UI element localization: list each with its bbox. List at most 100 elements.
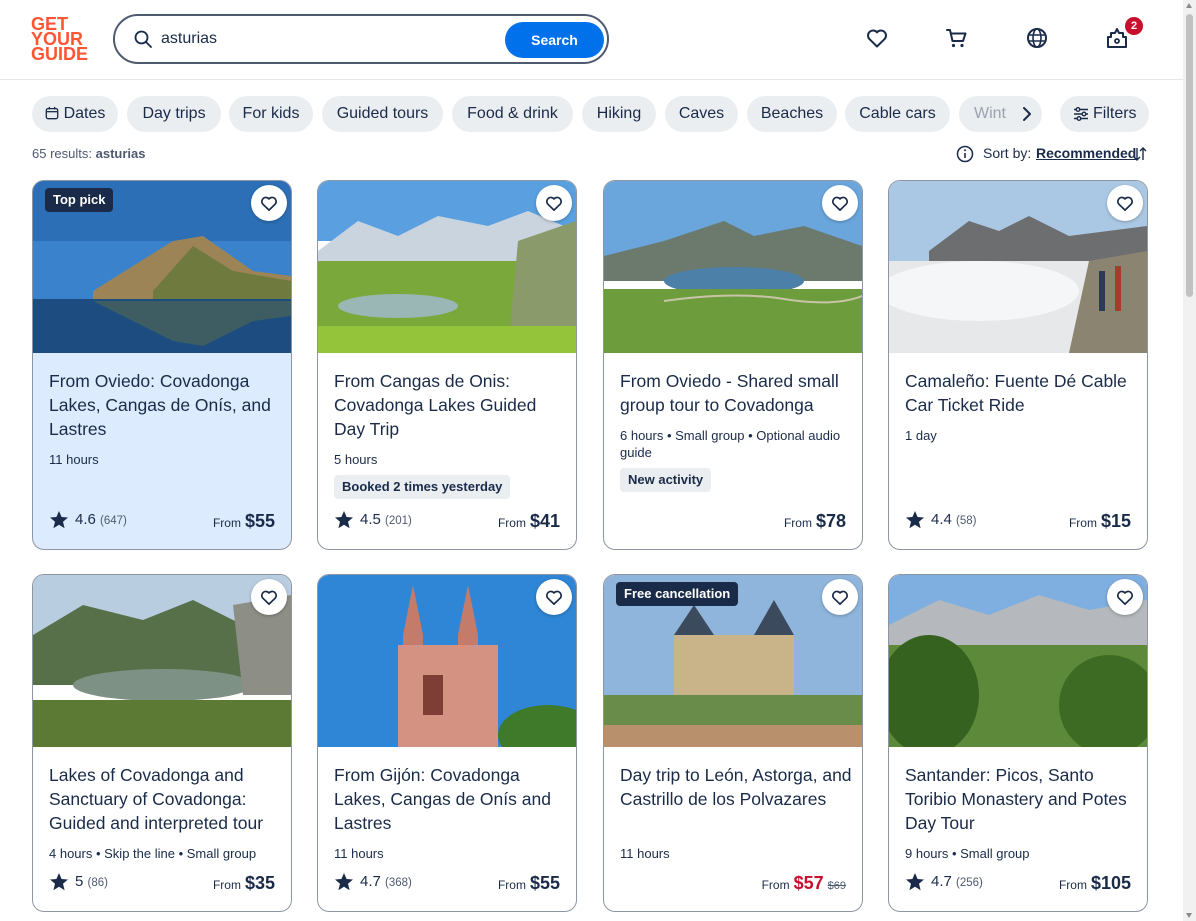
review-count: (368) xyxy=(385,877,412,889)
sort-arrows-icon[interactable] xyxy=(1132,146,1148,162)
activity-card[interactable]: Free cancellation Day trip to León, Asto… xyxy=(603,574,863,912)
activity-card[interactable]: From Gijón: Covadonga Lakes, Cangas de O… xyxy=(317,574,577,912)
activity-price: From $41 xyxy=(498,509,560,533)
activity-features: 9 hours • Small group xyxy=(905,846,1030,861)
chip-beaches[interactable]: Beaches xyxy=(747,96,837,132)
activity-features: 6 hours • Small group • Optional audio g… xyxy=(620,428,841,460)
chip-cable-cars[interactable]: Cable cars xyxy=(845,96,950,132)
chip-dates[interactable]: Dates xyxy=(32,96,118,132)
wishlist-heart-icon[interactable] xyxy=(865,26,889,50)
search-input[interactable] xyxy=(161,27,501,51)
activity-rating: 4.6 (647) xyxy=(49,508,127,532)
rating-value: 4.5 xyxy=(360,511,381,528)
price-prefix: From xyxy=(1058,878,1087,892)
results-count-text: 65 results: xyxy=(32,146,92,161)
activity-title[interactable]: Camaleño: Fuente Dé Cable Car Ticket Rid… xyxy=(905,369,1137,417)
chip-hiking[interactable]: Hiking xyxy=(582,96,656,132)
new-activity-badge: New activity xyxy=(620,468,712,492)
sort-control[interactable]: Sort by: Recommended xyxy=(956,144,1149,164)
scroll-up-arrow-icon[interactable] xyxy=(1186,3,1192,8)
activity-price: From $55 xyxy=(498,871,560,895)
review-count: (86) xyxy=(87,877,108,889)
chip-caves[interactable]: Caves xyxy=(665,96,738,132)
price-amount: $55 xyxy=(244,511,275,531)
site-header: GET YOUR GUIDE Search 2 xyxy=(0,0,1183,80)
activity-rating: 4.7 (368) xyxy=(334,870,412,894)
search-button[interactable]: Search xyxy=(505,22,604,58)
wishlist-button[interactable] xyxy=(536,185,572,221)
activity-title[interactable]: From Oviedo: Covadonga Lakes, Cangas de … xyxy=(49,369,281,441)
activity-title[interactable]: From Gijón: Covadonga Lakes, Cangas de O… xyxy=(334,763,566,835)
activity-price: From $35 xyxy=(213,871,275,895)
price-prefix: From xyxy=(783,516,812,530)
sliders-icon xyxy=(1074,107,1088,121)
star-icon xyxy=(50,511,68,529)
filters-label: Filters xyxy=(1093,105,1137,122)
info-icon[interactable] xyxy=(956,145,974,163)
activity-rating: 4.7 (256) xyxy=(905,870,983,894)
activity-title[interactable]: Santander: Picos, Santo Toribio Monaster… xyxy=(905,763,1137,835)
rating-value: 4.7 xyxy=(931,873,952,890)
heart-icon xyxy=(831,590,849,606)
wishlist-button[interactable] xyxy=(822,185,858,221)
activity-duration: 11 hours xyxy=(334,846,384,861)
rating-value: 5 xyxy=(75,873,84,890)
chip-day-trips[interactable]: Day trips xyxy=(127,96,221,132)
activity-card[interactable]: Lakes of Covadonga and Sanctuary of Cova… xyxy=(32,574,292,912)
heart-icon xyxy=(260,196,278,212)
wishlist-button[interactable] xyxy=(251,579,287,615)
star-icon xyxy=(906,511,924,529)
price-prefix: From xyxy=(497,878,526,892)
star-icon xyxy=(906,873,924,891)
chip-guided-tours[interactable]: Guided tours xyxy=(322,96,443,132)
calendar-icon xyxy=(45,106,58,120)
chip-for-kids[interactable]: For kids xyxy=(229,96,313,132)
activity-card[interactable]: From Cangas de Onis: Covadonga Lakes Gui… xyxy=(317,180,577,550)
getyourguide-logo[interactable]: GET YOUR GUIDE xyxy=(31,15,91,64)
results-count: 65 results: asturias xyxy=(32,146,145,161)
wishlist-button[interactable] xyxy=(822,579,858,615)
wishlist-button[interactable] xyxy=(536,579,572,615)
heart-icon xyxy=(1116,590,1134,606)
category-chips: Dates Day trips For kids Guided tours Fo… xyxy=(32,96,1042,132)
scroll-down-arrow-icon[interactable] xyxy=(1186,913,1192,918)
activity-card[interactable]: Santander: Picos, Santo Toribio Monaster… xyxy=(888,574,1148,912)
activity-card[interactable]: Top pick From Oviedo: Covadonga Lakes, C… xyxy=(32,180,292,550)
price-prefix: From xyxy=(212,878,241,892)
wishlist-button[interactable] xyxy=(1107,579,1143,615)
price-amount: $41 xyxy=(529,511,560,531)
free-cancellation-badge: Free cancellation xyxy=(616,582,739,606)
review-count: (201) xyxy=(385,515,412,527)
original-price: $69 xyxy=(827,880,846,892)
activity-title[interactable]: Day trip to León, Astorga, and Castrillo… xyxy=(620,763,852,811)
logo-line-3: GUIDE xyxy=(31,44,89,64)
globe-language-icon[interactable] xyxy=(1025,26,1049,50)
rating-value: 4.6 xyxy=(75,511,96,528)
scrollbar-thumb[interactable] xyxy=(1186,14,1193,297)
activity-rating: 4.4 (58) xyxy=(905,508,976,532)
chip-label: Dates xyxy=(63,105,106,122)
price-amount: $35 xyxy=(244,873,275,893)
search-icon xyxy=(134,30,152,48)
activity-rating: 5 (86) xyxy=(49,870,108,894)
activity-price: From $15 xyxy=(1069,509,1131,533)
activity-title[interactable]: From Oviedo - Shared small group tour to… xyxy=(620,369,852,417)
activity-card[interactable]: From Oviedo - Shared small group tour to… xyxy=(603,180,863,550)
heart-icon xyxy=(831,196,849,212)
review-count: (256) xyxy=(956,877,983,889)
heart-icon xyxy=(545,590,563,606)
wishlist-button[interactable] xyxy=(251,185,287,221)
filters-button[interactable]: Filters xyxy=(1060,96,1149,132)
page-scrollbar[interactable] xyxy=(1183,0,1196,921)
price-prefix: From xyxy=(497,516,526,530)
chevron-right-icon[interactable] xyxy=(1018,104,1036,124)
activity-title[interactable]: Lakes of Covadonga and Sanctuary of Cova… xyxy=(49,763,281,835)
activity-card[interactable]: Camaleño: Fuente Dé Cable Car Ticket Rid… xyxy=(888,180,1148,550)
activity-title[interactable]: From Cangas de Onis: Covadonga Lakes Gui… xyxy=(334,369,566,441)
chip-food-drink[interactable]: Food & drink xyxy=(452,96,573,132)
search-bar: Search xyxy=(113,14,609,64)
notification-badge: 2 xyxy=(1125,17,1143,35)
cart-icon[interactable] xyxy=(945,26,969,50)
wishlist-button[interactable] xyxy=(1107,185,1143,221)
sort-value[interactable]: Recommended xyxy=(1036,145,1136,161)
